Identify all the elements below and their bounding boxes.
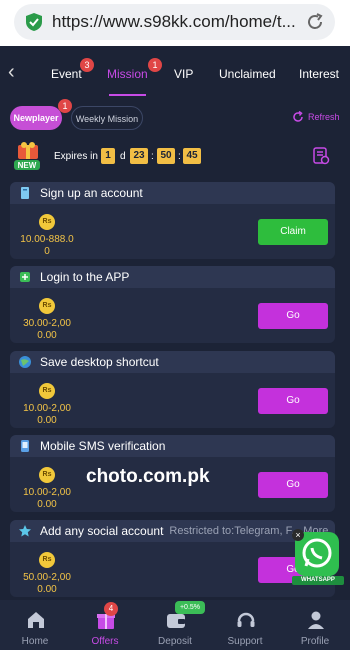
tab-bar: ‹ Event 3 Mission 1 VIP Unclaimed Intere… — [0, 46, 350, 98]
whatsapp-label: WHATSAPP — [292, 576, 344, 585]
rupee-coin-icon: Rs — [39, 552, 55, 568]
rupee-coin-icon: Rs — [39, 467, 55, 483]
mission-card: Add any social account Restricted to:Tel… — [10, 520, 335, 597]
newplayer-badge: 1 — [58, 99, 72, 113]
phone-sms-icon — [21, 440, 29, 452]
newplayer-toggle[interactable]: Newplayer — [10, 106, 62, 130]
nav-home-label: Home — [21, 636, 49, 647]
mission-reward: 10.00-2,00 0.00 — [23, 403, 71, 426]
countdown-colon-2: : — [178, 151, 181, 162]
profile-icon — [308, 611, 324, 629]
tab-mission[interactable]: Mission — [107, 67, 148, 81]
offers-badge: 4 — [104, 602, 118, 616]
mission-card: Login to the APP Rs 30.00-2,00 0.00 Go — [10, 266, 335, 343]
watermark-text: choto.com.pk — [86, 466, 210, 487]
expires-label: Expires in — [54, 151, 98, 162]
tab-interest[interactable]: Interest — [299, 67, 339, 81]
nav-offers-label: Offers — [91, 636, 119, 647]
go-button[interactable]: Go — [258, 303, 328, 329]
claim-button[interactable]: Claim — [258, 219, 328, 245]
mission-card-header: Add any social account Restricted to:Tel… — [10, 520, 335, 542]
mission-reward: 50.00-2,00 0.00 — [23, 572, 71, 595]
deposit-bonus-badge: +0.5% — [175, 601, 205, 614]
mission-card-header: Mobile SMS verification — [10, 435, 335, 457]
new-gift-icon: NEW — [14, 142, 40, 170]
secure-shield-icon — [26, 13, 42, 31]
countdown-seconds: 45 — [183, 148, 201, 164]
rupee-coin-icon: Rs — [39, 383, 55, 399]
nav-support[interactable]: Support — [210, 600, 280, 650]
rupee-coin-icon: Rs — [39, 214, 55, 230]
mission-card-header: Sign up an account — [10, 182, 335, 204]
tab-vip[interactable]: VIP — [174, 67, 193, 81]
whatsapp-close-button[interactable]: × — [292, 529, 304, 541]
address-bar[interactable]: https://www.s98kk.com/home/t... — [14, 4, 335, 40]
home-icon — [28, 612, 44, 628]
globe-icon — [19, 356, 31, 368]
nav-profile-label: Profile — [300, 636, 330, 647]
mission-title: Add any social account — [40, 524, 164, 538]
tab-mission-badge: 1 — [148, 58, 162, 72]
mission-title: Login to the APP — [40, 270, 130, 284]
countdown-day-unit: d — [120, 151, 126, 162]
social-star-icon — [19, 525, 31, 537]
back-arrow-icon[interactable]: ‹ — [8, 62, 24, 82]
mission-record-icon[interactable] — [312, 147, 330, 165]
go-button[interactable]: Go — [258, 388, 328, 414]
countdown-hours: 23 — [130, 148, 148, 164]
mission-reward: 10.00-888.0 0 — [20, 234, 74, 257]
nav-profile[interactable]: Profile — [280, 600, 350, 650]
nav-deposit-label: Deposit — [158, 636, 192, 647]
nav-support-label: Support — [227, 636, 263, 647]
tab-unclaimed[interactable]: Unclaimed — [219, 67, 276, 81]
mission-reward: 30.00-2,00 0.00 — [23, 318, 71, 341]
tab-event-badge: 3 — [80, 58, 94, 72]
mission-card-header: Save desktop shortcut — [10, 351, 335, 373]
active-tab-indicator — [109, 94, 146, 96]
refresh-label: Refresh — [308, 112, 340, 122]
mission-title: Mobile SMS verification — [40, 439, 166, 453]
mission-title: Sign up an account — [40, 186, 143, 200]
account-icon — [21, 187, 29, 199]
tab-event[interactable]: Event — [51, 67, 82, 81]
refresh-icon — [293, 110, 303, 122]
url-text[interactable]: https://www.s98kk.com/home/t... — [52, 12, 305, 32]
mission-title: Save desktop shortcut — [40, 355, 159, 369]
mission-card: Save desktop shortcut Rs 10.00-2,00 0.00… — [10, 351, 335, 428]
mission-card-header: Login to the APP — [10, 266, 335, 288]
rupee-coin-icon: Rs — [39, 298, 55, 314]
weekly-mission-toggle[interactable]: Weekly Mission — [71, 106, 143, 130]
new-label: NEW — [18, 161, 37, 170]
mission-card: Sign up an account Rs 10.00-888.0 0 Clai… — [10, 182, 335, 259]
refresh-button[interactable]: Refresh — [291, 110, 340, 124]
reload-icon[interactable] — [305, 12, 325, 32]
go-button[interactable]: Go — [258, 472, 328, 498]
countdown-colon-1: : — [151, 151, 154, 162]
nav-home[interactable]: Home — [0, 600, 70, 650]
countdown-days: 1 — [101, 148, 115, 164]
browser-bar: https://www.s98kk.com/home/t... — [0, 0, 350, 46]
download-app-icon — [20, 272, 30, 282]
headset-icon — [237, 612, 255, 627]
mission-reward: 10.00-2,00 0.00 — [23, 487, 71, 510]
countdown-minutes: 50 — [157, 148, 175, 164]
